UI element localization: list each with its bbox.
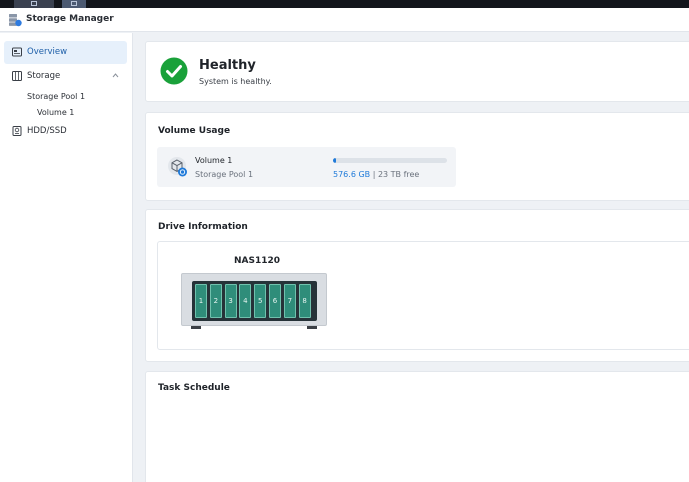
sidebar: Overview Storage Storage Pool 1 Volume 1… <box>0 33 133 482</box>
drive-bay-number: 6 <box>272 297 278 305</box>
window-titlebar: Storage Manager <box>0 8 689 32</box>
sidebar-item-storage-pool-1[interactable]: Storage Pool 1 <box>27 92 85 101</box>
drive-bay-number: 3 <box>228 297 233 305</box>
drive-bay-number: 2 <box>213 297 219 305</box>
volume-usage-title: Volume Usage <box>158 126 231 136</box>
volume-usage-bar-fill <box>333 158 336 163</box>
taskbar <box>0 0 689 8</box>
sidebar-item-hdd-ssd[interactable]: HDD/SSD <box>4 120 127 143</box>
taskbar-button-active[interactable] <box>62 0 86 8</box>
storage-manager-icon <box>9 14 22 27</box>
drive-bay-2[interactable]: 2 <box>209 284 222 318</box>
drive-panel: NAS1120 1 2 3 4 5 6 7 8 <box>157 241 689 350</box>
sidebar-item-label: Storage <box>27 71 61 81</box>
sidebar-item-overview[interactable]: Overview <box>4 41 127 64</box>
volume-usage-card: Volume Usage Volume 1 Storage Pool 1 576… <box>145 112 689 201</box>
drive-bay-1[interactable]: 1 <box>195 284 207 318</box>
hdd-icon <box>12 126 22 136</box>
nas-drive-bays: 1 2 3 4 5 6 7 8 <box>192 281 317 321</box>
storage-icon <box>12 71 22 81</box>
sidebar-item-storage[interactable]: Storage <box>4 65 127 88</box>
nas-chassis: 1 2 3 4 5 6 7 8 <box>181 273 327 326</box>
sidebar-item-label: HDD/SSD <box>27 126 67 136</box>
window-title: Storage Manager <box>26 14 114 24</box>
chevron-up-icon[interactable] <box>112 72 119 79</box>
nas-foot <box>191 326 201 329</box>
volume-used-value: 576.6 GB <box>333 170 371 179</box>
drive-bay-6[interactable]: 6 <box>269 284 281 318</box>
volume-usage-text: 576.6 GB | 23 TB free <box>333 170 419 179</box>
drive-bay-5[interactable]: 5 <box>254 284 267 318</box>
check-circle-icon <box>160 57 188 85</box>
drive-bay-7[interactable]: 7 <box>283 284 296 318</box>
drive-bay-8[interactable]: 8 <box>298 284 311 318</box>
task-schedule-card: Task Schedule <box>145 371 689 482</box>
drive-bay-number: 5 <box>257 297 263 305</box>
drive-information-title: Drive Information <box>158 222 248 232</box>
taskbar-button[interactable] <box>14 0 54 8</box>
volume-name: Volume 1 <box>195 156 233 165</box>
volume-usage-separator: | <box>372 170 376 179</box>
nas-device-image: 1 2 3 4 5 6 7 8 <box>181 273 327 329</box>
health-status-subtitle: System is healthy. <box>199 77 272 86</box>
drive-information-card: Drive Information NAS1120 1 2 3 4 5 6 7 8 <box>145 209 689 362</box>
overview-icon <box>12 47 22 57</box>
health-status-title: Healthy <box>199 58 256 73</box>
task-schedule-title: Task Schedule <box>158 383 230 393</box>
sidebar-item-label: Overview <box>27 47 68 57</box>
volume-usage-item[interactable]: Volume 1 Storage Pool 1 576.6 GB | 23 TB… <box>157 147 456 187</box>
nas-foot <box>307 326 317 329</box>
volume-icon <box>168 157 187 177</box>
volume-free-value: 23 TB free <box>377 170 420 179</box>
window-icon <box>31 1 37 6</box>
drive-bay-3[interactable]: 3 <box>224 284 237 318</box>
window-icon <box>71 1 77 6</box>
drive-bay-number: 7 <box>287 297 293 305</box>
volume-usage-bar <box>333 158 447 163</box>
drive-bay-4[interactable]: 4 <box>239 284 252 318</box>
health-card: Healthy System is healthy. <box>145 41 689 102</box>
drive-bay-number: 1 <box>198 297 204 305</box>
nas-name: NAS1120 <box>234 256 281 266</box>
drive-bay-number: 4 <box>243 297 248 305</box>
volume-pool-name: Storage Pool 1 <box>195 170 254 179</box>
sidebar-item-volume-1[interactable]: Volume 1 <box>37 108 74 117</box>
drive-bay-number: 8 <box>302 297 307 305</box>
